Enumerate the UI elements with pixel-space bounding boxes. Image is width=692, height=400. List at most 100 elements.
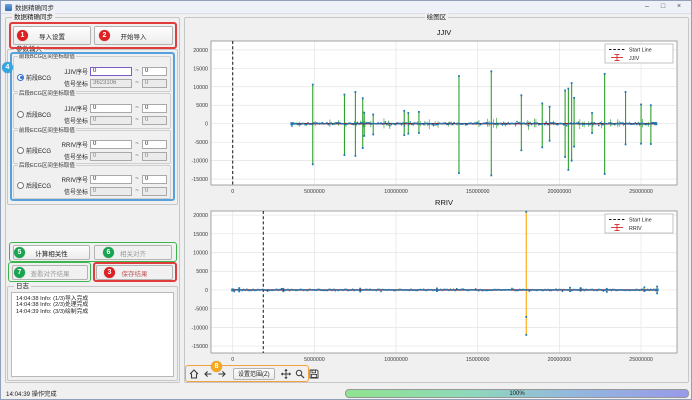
rear-bcg-jjiv-label: JJIV序号 — [58, 104, 88, 113]
svg-text:RRIV: RRIV — [629, 226, 642, 232]
svg-text:5000000: 5000000 — [304, 189, 325, 195]
front-bcg-signal-start-input — [90, 79, 132, 88]
rear-ecg-signal-end-input — [142, 187, 167, 196]
rear-bcg-radio[interactable] — [17, 111, 24, 118]
svg-text:-10000: -10000 — [192, 325, 209, 331]
svg-text:0: 0 — [231, 357, 234, 363]
progress-bar: 100% — [345, 389, 689, 398]
rear-bcg-group: 后段BCG区间坐标取值 后段BCG JJIV序号 ~ 信号坐标 ~ — [13, 93, 171, 129]
range-separator: ~ — [134, 80, 140, 86]
rear-bcg-signal-label: 信号坐标 — [58, 116, 88, 125]
rear-ecg-rriv-start-input[interactable] — [90, 175, 132, 184]
annotation-badge-6: 6 — [103, 247, 114, 258]
front-ecg-signal-label: 信号坐标 — [58, 152, 88, 161]
set-range-button[interactable]: 设置范围(Z) — [233, 368, 275, 380]
status-message: 14:04:39 操作完成 — [6, 389, 57, 398]
progress-value: 100% — [509, 391, 524, 397]
save-icon — [309, 369, 319, 379]
svg-text:10000000: 10000000 — [384, 357, 408, 363]
svg-text:0: 0 — [205, 122, 208, 128]
range-separator: ~ — [134, 68, 140, 74]
front-bcg-signal-end-input — [142, 79, 167, 88]
svg-text:Start Line: Start Line — [629, 48, 652, 54]
pan-icon — [281, 369, 291, 379]
svg-text:RRIV: RRIV — [435, 198, 453, 207]
front-bcg-signal-label: 信号坐标 — [58, 79, 88, 88]
svg-text:20000: 20000 — [193, 213, 208, 219]
svg-text:5000: 5000 — [196, 269, 208, 275]
front-ecg-signal-start-input — [90, 152, 132, 161]
front-ecg-group: 前段ECG区间坐标取值 前段ECG RRIV序号 ~ 信号坐标 ~ — [13, 130, 171, 164]
front-bcg-group: 前段BCG区间坐标取值 前段BCG JJIV序号 ~ 信号坐标 ~ — [13, 56, 171, 92]
app-icon — [5, 4, 12, 11]
app-window: 数据精确同步 – □ × 数据精确同步 导入设置 开始导入 参数输入 前段BCG… — [0, 0, 692, 400]
rear-ecg-group-title: 后段ECG区间坐标取值 — [18, 162, 76, 170]
window-title: 数据精确同步 — [15, 2, 639, 12]
left-panel-title: 数据精确同步 — [12, 13, 55, 22]
maximize-button[interactable]: □ — [655, 1, 671, 13]
front-ecg-rriv-label: RRIV序号 — [58, 140, 88, 149]
front-ecg-radio-label: 前段ECG — [26, 146, 51, 155]
log-title: 日志 — [14, 282, 31, 291]
jjiv-chart[interactable]: -15000-10000-500005000100001500020000050… — [187, 23, 687, 199]
svg-text:25000000: 25000000 — [629, 357, 653, 363]
front-bcg-jjiv-label: JJIV序号 — [58, 67, 88, 76]
front-ecg-rriv-end-input[interactable] — [142, 140, 167, 149]
annotation-badge-3: 3 — [104, 267, 115, 278]
rriv-chart[interactable]: -15000-10000-500005000100001500020000050… — [187, 197, 687, 367]
log-output[interactable]: 14:04:38 Info: (1/3)导入完成 14:04:38 Info: … — [11, 292, 174, 377]
range-separator: ~ — [134, 141, 140, 147]
rear-ecg-radio-label: 后段ECG — [26, 181, 51, 190]
front-ecg-rriv-start-input[interactable] — [90, 140, 132, 149]
rear-bcg-signal-start-input — [90, 116, 132, 125]
rear-ecg-group: 后段ECG区间坐标取值 后段ECG RRIV序号 ~ 信号坐标 ~ — [13, 165, 171, 199]
svg-text:5000000: 5000000 — [304, 357, 325, 363]
rear-bcg-jjiv-end-input[interactable] — [142, 104, 167, 113]
save-figure-button[interactable] — [308, 367, 320, 380]
rear-bcg-signal-end-input — [142, 116, 167, 125]
range-separator: ~ — [134, 105, 140, 111]
svg-text:0: 0 — [205, 288, 208, 294]
rear-bcg-radio-label: 后段BCG — [26, 110, 51, 119]
front-bcg-radio-label: 前段BCG — [26, 73, 51, 82]
zoom-button[interactable] — [294, 367, 306, 380]
annotation-badge-5: 5 — [14, 247, 25, 258]
minimize-button[interactable]: – — [639, 1, 655, 13]
svg-text:15000000: 15000000 — [466, 357, 490, 363]
close-button[interactable]: × — [671, 1, 687, 13]
svg-text:15000: 15000 — [193, 66, 208, 72]
front-ecg-radio[interactable] — [17, 147, 24, 154]
front-ecg-signal-end-input — [142, 152, 167, 161]
svg-text:25000000: 25000000 — [629, 189, 653, 195]
svg-text:20000000: 20000000 — [548, 189, 572, 195]
svg-text:-10000: -10000 — [192, 159, 209, 165]
rear-ecg-signal-start-input — [90, 187, 132, 196]
home-button[interactable] — [188, 367, 200, 380]
svg-text:10000: 10000 — [193, 85, 208, 91]
svg-text:15000: 15000 — [193, 232, 208, 238]
front-bcg-jjiv-start-input[interactable] — [90, 67, 132, 76]
front-bcg-jjiv-end-input[interactable] — [142, 67, 167, 76]
svg-text:20000: 20000 — [193, 48, 208, 54]
annotation-badge-2: 2 — [99, 30, 110, 41]
plot-toolbar: 设置范围(Z) — [188, 366, 320, 381]
magnifier-icon — [295, 369, 305, 379]
svg-text:-15000: -15000 — [192, 344, 209, 350]
svg-text:0: 0 — [231, 189, 234, 195]
svg-text:5000: 5000 — [196, 103, 208, 109]
front-bcg-group-title: 前段BCG区间坐标取值 — [18, 53, 76, 61]
home-icon — [189, 369, 199, 379]
plot-area-title: 绘图区 — [425, 13, 449, 22]
rear-bcg-jjiv-start-input[interactable] — [90, 104, 132, 113]
rear-ecg-rriv-end-input[interactable] — [142, 175, 167, 184]
rear-ecg-radio[interactable] — [17, 182, 24, 189]
svg-text:20000000: 20000000 — [548, 357, 572, 363]
range-separator: ~ — [134, 188, 140, 194]
range-separator: ~ — [134, 117, 140, 123]
svg-text:JJIV: JJIV — [437, 28, 452, 37]
pan-button[interactable] — [280, 367, 292, 380]
svg-text:-5000: -5000 — [194, 140, 208, 146]
svg-text:-5000: -5000 — [194, 307, 208, 313]
annotation-badge-4: 4 — [2, 62, 13, 73]
front-bcg-radio[interactable] — [17, 74, 24, 81]
